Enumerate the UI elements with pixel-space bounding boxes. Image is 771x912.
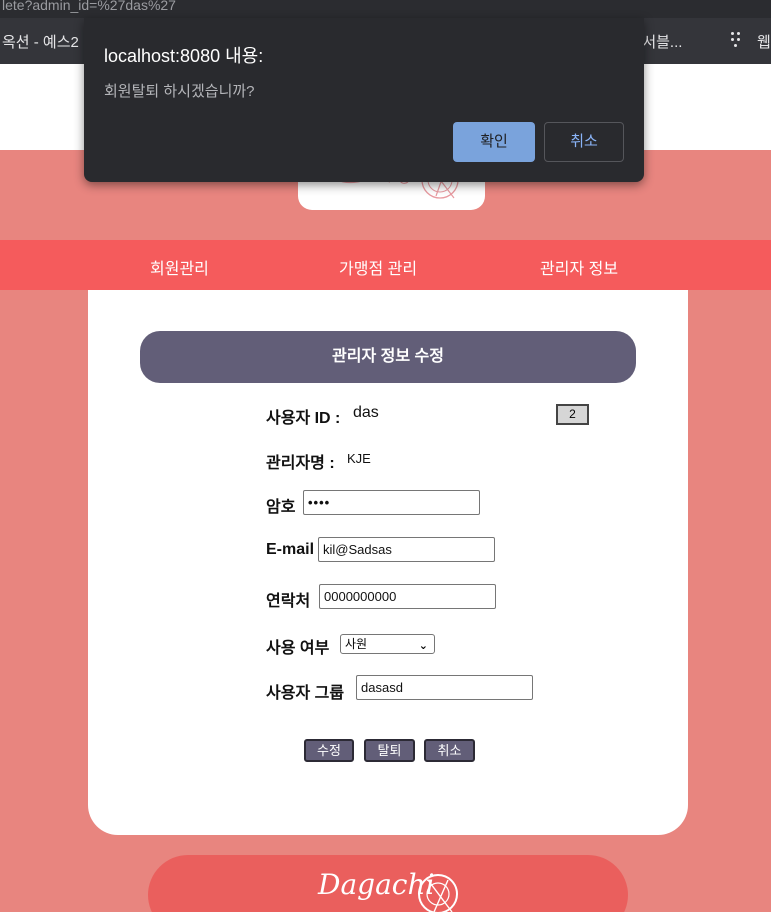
nav-item-franchise[interactable]: 가맹점 관리 [339,255,417,279]
nav-item-admin-info[interactable]: 관리자 정보 [540,255,618,279]
usage-label: 사용 여부 [266,640,330,657]
dialog-cancel-button[interactable]: 취소 [544,122,624,162]
email-label: E-mail [266,541,315,558]
user-id-label: 사용자 ID : [266,410,341,427]
phone-label: 연락처 [266,593,311,610]
bookmark-item[interactable]: 웹 [757,31,771,52]
edit-button[interactable]: 수정 [304,739,354,762]
group-input[interactable]: dasasd [356,675,533,700]
grade-badge: 2 [556,404,589,425]
password-label: 암호 [266,499,296,516]
footer-logo-text[interactable]: Dagachi [318,868,434,901]
password-input[interactable]: •••• [303,490,480,515]
admin-name-label: 관리자명 : [266,455,335,472]
phone-input[interactable]: 0000000000 [319,584,496,609]
url-text: lete?admin_id=%27das%27 [2,0,176,13]
address-bar[interactable]: lete?admin_id=%27das%27 [0,0,771,18]
usage-select[interactable]: 사원 ⌄ [340,634,435,654]
group-label: 사용자 그룹 [266,685,345,702]
nav-item-members[interactable]: 회원관리 [150,255,209,279]
usage-selected-value: 사원 [345,637,368,651]
bookmark-item[interactable]: 옥션 - 예스2 [2,31,79,52]
apps-grid-icon[interactable] [731,32,745,48]
dialog-ok-button[interactable]: 확인 [453,122,535,162]
chevron-down-icon: ⌄ [418,640,428,652]
cancel-button[interactable]: 취소 [424,739,475,762]
confirm-dialog: localhost:8080 내용: 회원탈퇴 하시겠습니까? 확인 취소 [84,18,644,182]
dialog-title: localhost:8080 내용: [104,46,264,66]
plate-icon [418,874,458,912]
admin-name-value: KJE [347,451,371,466]
main-nav: 회원관리 가맹점 관리 관리자 정보 [0,240,771,290]
form-title: 관리자 정보 수정 [140,331,636,383]
user-id-value: das [353,404,379,421]
email-input[interactable]: kil@Sadsas [318,537,495,562]
withdraw-button[interactable]: 탈퇴 [364,739,415,762]
dialog-message: 회원탈퇴 하시겠습니까? [104,83,255,100]
